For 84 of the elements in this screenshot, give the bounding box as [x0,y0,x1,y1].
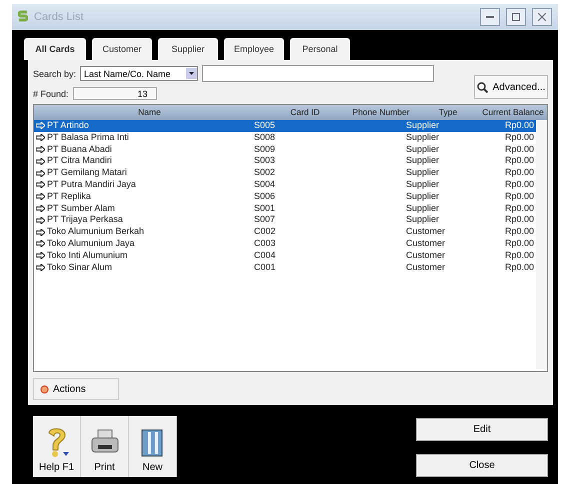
dialog-button[interactable]: Close [416,454,548,477]
balance-cell-text: Rp0.00 [504,202,535,214]
table-row[interactable]: PT Putra Mandiri Jaya S004 Supplier Rp0.00 [34,178,536,191]
type-cell-text: Supplier [406,190,440,203]
table-row[interactable]: Toko Alumunium Berkah C002 Customer Rp0.00 [34,226,536,238]
table-row[interactable]: PT Balasa Prima Inti S008 Supplier Rp0.00 [34,132,536,144]
balance-cell-text: Rp0.00 [504,120,535,132]
name-cell: PT Buana Abadi [47,144,112,156]
tab[interactable]: Supplier [158,38,218,60]
card-id-cell-text: S009 [254,144,276,156]
card-id-cell-text: S004 [254,178,276,191]
balance-cell-text: Rp0.00 [504,167,535,179]
balance-cell-text: Rp0.00 [504,214,535,226]
card-id-cell-text: S007 [254,214,276,226]
name-cell: PT Gemilang Matari [47,167,127,179]
name-cell: Toko Sinar Alum [47,262,112,274]
balance-cell-text: Rp0.00 [504,250,535,262]
window-title: Cards List [34,11,85,23]
type-cell-text: Supplier [406,120,440,132]
table-row[interactable]: PT Buana Abadi S009 Supplier Rp0.00 [34,144,536,156]
dialog-button[interactable]: Edit [416,418,548,441]
balance-cell-text: Rp0.00 [504,132,535,144]
name-cell: Toko Alumunium Jaya [47,238,135,250]
type-cell-text: Customer [406,226,446,238]
search-by-dropdown[interactable]: Last Name/Co. Name [80,66,198,81]
type-cell-text: Customer [406,262,446,274]
balance-cell-text: Rp0.00 [504,155,535,168]
name-cell: PT Artindo [47,120,89,132]
actions-button[interactable]: Actions [33,378,119,400]
balance-cell-text: Rp0.00 [504,178,535,191]
type-cell-text: Supplier [406,167,440,179]
type-cell-text: Supplier [406,214,440,226]
card-id-cell-text: S005 [254,120,276,132]
name-cell: PT Balasa Prima Inti [47,132,129,144]
balance-cell-text: Rp0.00 [504,190,535,203]
name-cell: PT Putra Mandiri Jaya [47,178,136,191]
name-cell: PT Citra Mandiri [47,155,112,168]
table-row[interactable]: PT Citra Mandiri S003 Supplier Rp0.00 [34,155,536,168]
balance-cell-text: Rp0.00 [504,262,535,274]
card-id-cell-text: C002 [254,226,277,238]
type-cell-text: Supplier [406,202,440,214]
card-id-cell-text: S006 [254,190,276,203]
tab[interactable]: Personal [290,38,350,60]
type-cell-text: Supplier [406,132,440,144]
table-row[interactable]: Toko Alumunium Jaya C003 Customer Rp0.00 [34,238,536,250]
column-header[interactable]: Type [417,105,479,120]
name-cell: Toko Inti Alumunium [47,250,128,262]
type-cell-text: Customer [406,238,446,250]
card-id-cell-text: S001 [254,202,276,214]
table-row[interactable]: Toko Sinar Alum C001 Customer Rp0.00 [34,262,536,274]
tab[interactable]: All Cards [24,38,86,60]
type-cell-text: Supplier [406,144,440,156]
balance-cell-text: Rp0.00 [504,238,535,250]
type-cell-text: Supplier [406,178,440,191]
name-cell: PT Replika [47,190,91,203]
name-cell: PT Trijaya Perkasa [47,214,123,226]
type-cell-text: Supplier [406,155,440,168]
found-label: # Found: [33,88,69,98]
column-header[interactable]: Name [34,105,265,120]
card-id-cell-text: S003 [254,155,276,168]
table-row[interactable]: PT Sumber Alam S001 Supplier Rp0.00 [34,202,536,214]
found-count: 13 [72,87,157,100]
card-id-cell-text: S008 [254,132,276,144]
search-label: Search by: [33,68,76,78]
table-row[interactable]: PT Gemilang Matari S002 Supplier Rp0.00 [34,167,536,179]
balance-cell-text: Rp0.00 [504,226,535,238]
name-cell: Toko Alumunium Berkah [47,226,144,238]
table-row[interactable]: PT Artindo S005 Supplier Rp0.00 [34,120,536,132]
advanced-button[interactable]: Advanced... [474,75,548,99]
type-cell-text: Customer [406,250,446,262]
tab[interactable]: Customer [92,38,152,60]
table-row[interactable]: PT Trijaya Perkasa S007 Supplier Rp0.00 [34,214,536,226]
card-id-cell-text: S002 [254,167,276,179]
table-row[interactable]: Toko Inti Alumunium C004 Customer Rp0.00 [34,250,536,262]
card-id-cell-text: C003 [254,238,277,250]
tab[interactable]: Employee [224,38,284,60]
column-header[interactable]: Current Balance [479,105,547,120]
card-id-cell-text: C001 [254,262,277,274]
name-cell: PT Sumber Alam [47,202,115,214]
balance-cell-text: Rp0.00 [504,144,535,156]
card-id-cell-text: C004 [254,250,277,262]
table-row[interactable]: PT Replika S006 Supplier Rp0.00 [34,190,536,203]
column-header[interactable]: Phone Number [345,105,417,120]
column-header[interactable]: Card ID [265,105,345,120]
